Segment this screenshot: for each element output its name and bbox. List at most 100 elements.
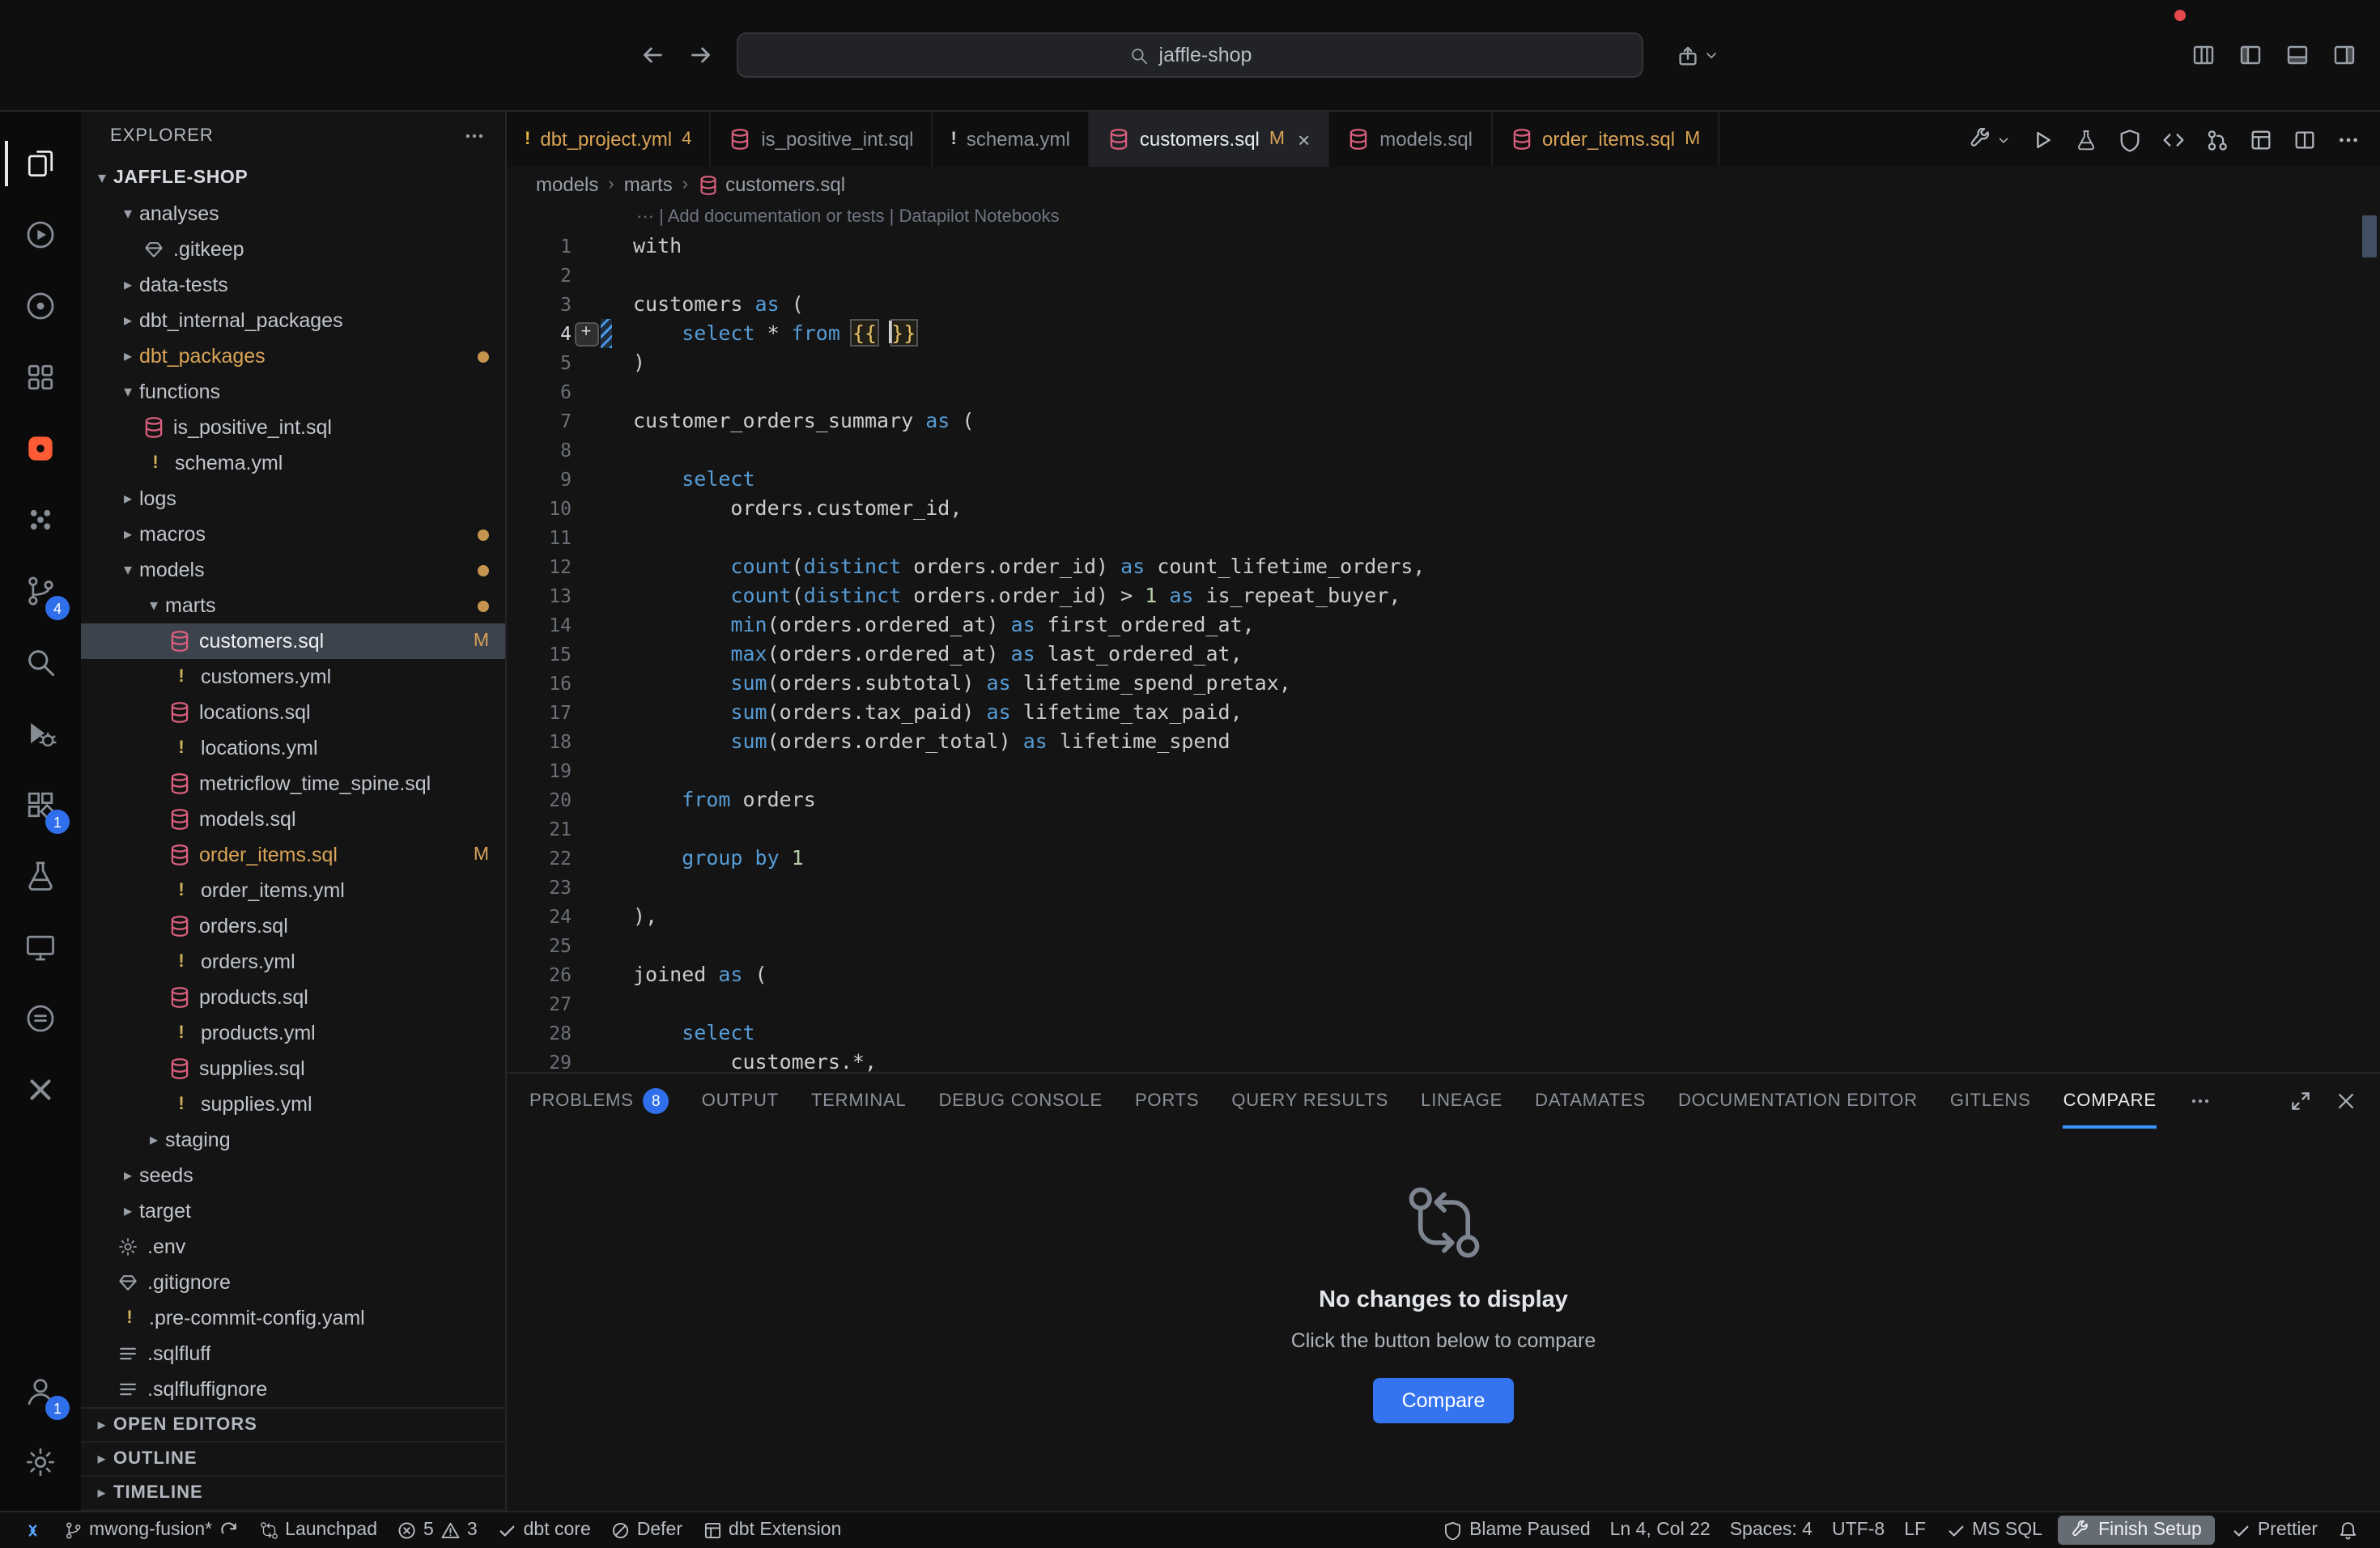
status-defer[interactable]: Defer xyxy=(601,1512,692,1548)
activity-jigsaw-tool[interactable] xyxy=(5,484,76,555)
tree-item-products-yml[interactable]: !products.yml xyxy=(81,1015,505,1051)
tree-item-analyses[interactable]: ▾analyses xyxy=(81,196,505,232)
status-problems-summary[interactable]: 53 xyxy=(387,1512,487,1548)
toggle-sidebar-right-button[interactable] xyxy=(2331,40,2357,70)
activity-x-tool[interactable] xyxy=(5,1054,76,1125)
tree-item-gitignore[interactable]: .gitignore xyxy=(81,1265,505,1300)
validate-button[interactable] xyxy=(2118,127,2142,151)
status-indentation[interactable]: Spaces: 4 xyxy=(1720,1512,1822,1548)
status-prettier[interactable]: Prettier xyxy=(2221,1512,2327,1548)
code-line-2[interactable]: 2 xyxy=(507,261,2380,290)
code-line-15[interactable]: 15 max(orders.ordered_at) as last_ordere… xyxy=(507,640,2380,669)
tab-models-sql[interactable]: models.sql xyxy=(1329,112,1492,167)
code-line-28[interactable]: 28 select xyxy=(507,1019,2380,1048)
code-line-11[interactable]: 11 xyxy=(507,523,2380,552)
maximize-panel-button[interactable] xyxy=(2289,1087,2312,1116)
status-notifications[interactable] xyxy=(2327,1512,2367,1548)
panel-tabs-overflow-button[interactable] xyxy=(2189,1087,2212,1116)
tree-item-target[interactable]: ▸target xyxy=(81,1193,505,1229)
tree-item-models[interactable]: ▾models xyxy=(81,552,505,588)
activity-search[interactable] xyxy=(5,627,76,698)
code-line-5[interactable]: 5) xyxy=(507,348,2380,377)
run-file-button[interactable] xyxy=(2030,127,2055,151)
code-line-13[interactable]: 13 count(distinct orders.order_id) > 1 a… xyxy=(507,581,2380,610)
code-line-22[interactable]: 22 group by 1 xyxy=(507,844,2380,873)
compare-button[interactable]: Compare xyxy=(1373,1378,1515,1423)
activity-dbt-power-user[interactable] xyxy=(5,270,76,342)
panel-tab-terminal[interactable]: TERMINAL xyxy=(811,1074,907,1129)
codelens-hint[interactable]: ··· | Add documentation or tests | Datap… xyxy=(507,202,2380,232)
panel-tab-output[interactable]: OUTPUT xyxy=(702,1074,779,1129)
code-line-9[interactable]: 9 select xyxy=(507,465,2380,494)
code-line-29[interactable]: 29 customers.*, xyxy=(507,1048,2380,1072)
breadcrumb-item-customers-sql[interactable]: customers.sql xyxy=(698,173,845,196)
status-dbt-core[interactable]: dbt core xyxy=(487,1512,601,1548)
nav-forward-button[interactable] xyxy=(688,40,714,70)
activity-circle-lines-tool[interactable] xyxy=(5,983,76,1054)
breadcrumb-item-models[interactable]: models xyxy=(536,173,598,196)
more-actions-button[interactable] xyxy=(2336,127,2361,151)
activity-extensions[interactable]: 1 xyxy=(5,769,76,840)
tree-item-models-sql[interactable]: models.sql xyxy=(81,802,505,837)
open-remote-window-button[interactable] xyxy=(1676,43,1719,67)
status-eol[interactable]: LF xyxy=(1894,1512,1936,1548)
tree-item-data-tests[interactable]: ▸data-tests xyxy=(81,267,505,303)
tree-item-macros[interactable]: ▸macros xyxy=(81,517,505,552)
status-encoding[interactable]: UTF-8 xyxy=(1822,1512,1894,1548)
status-blame-status[interactable]: Blame Paused xyxy=(1433,1512,1600,1548)
tree-item-seeds[interactable]: ▸seeds xyxy=(81,1158,505,1193)
customize-layout-button[interactable] xyxy=(2191,40,2216,70)
tree-item-pre-commit-config-yaml[interactable]: !.pre-commit-config.yaml xyxy=(81,1300,505,1336)
tree-item-products-sql[interactable]: products.sql xyxy=(81,980,505,1015)
tree-item-orders-yml[interactable]: !orders.yml xyxy=(81,944,505,980)
code-line-24[interactable]: 24), xyxy=(507,902,2380,931)
status-finish-setup[interactable]: Finish Setup xyxy=(2059,1516,2215,1545)
tree-item-locations-sql[interactable]: locations.sql xyxy=(81,695,505,730)
activity-run-circle-tool[interactable] xyxy=(5,199,76,270)
tab-order-items-sql[interactable]: order_items.sqlM xyxy=(1492,112,1719,167)
code-line-17[interactable]: 17 sum(orders.tax_paid) as lifetime_tax_… xyxy=(507,698,2380,727)
tab-is-positive-int-sql[interactable]: is_positive_int.sql xyxy=(711,112,933,167)
panel-tab-datamates[interactable]: DATAMATES xyxy=(1535,1074,1646,1129)
code-line-20[interactable]: 20 from orders xyxy=(507,785,2380,814)
compiled-code-button[interactable] xyxy=(2161,127,2186,151)
code-line-26[interactable]: 26joined as ( xyxy=(507,960,2380,989)
code-line-4[interactable]: 4+ select * from {{ }} xyxy=(507,319,2380,348)
close-tab-button[interactable]: × xyxy=(1298,127,1310,151)
activity-settings[interactable] xyxy=(5,1427,76,1498)
activity-run-and-debug[interactable] xyxy=(5,698,76,769)
tree-item-customers-sql[interactable]: customers.sqlM xyxy=(81,623,505,659)
inline-add-button[interactable]: + xyxy=(574,321,598,346)
tab-schema-yml[interactable]: !schema.yml xyxy=(933,112,1089,167)
status-cursor-position[interactable]: Ln 4, Col 22 xyxy=(1600,1512,1720,1548)
status-launchpad[interactable]: Launchpad xyxy=(249,1512,387,1548)
code-line-3[interactable]: 3customers as ( xyxy=(507,290,2380,319)
activity-source-control[interactable]: 4 xyxy=(5,555,76,627)
code-line-21[interactable]: 21 xyxy=(507,814,2380,844)
panel-tab-ports[interactable]: PORTS xyxy=(1135,1074,1199,1129)
tab-dbt-project-yml[interactable]: !dbt_project.yml4 xyxy=(507,112,711,167)
code-line-7[interactable]: 7customer_orders_summary as ( xyxy=(507,406,2380,436)
toggle-sidebar-left-button[interactable] xyxy=(2238,40,2263,70)
test-file-button[interactable] xyxy=(2074,127,2098,151)
tree-item-sqlfluff[interactable]: .sqlfluff xyxy=(81,1336,505,1372)
code-line-14[interactable]: 14 min(orders.ordered_at) as first_order… xyxy=(507,610,2380,640)
close-panel-button[interactable] xyxy=(2335,1087,2357,1116)
code-line-27[interactable]: 27 xyxy=(507,989,2380,1019)
sidebar-section-timeline[interactable]: ▸TIMELINE xyxy=(81,1477,505,1511)
tree-item-dbt-internal-packages[interactable]: ▸dbt_internal_packages xyxy=(81,303,505,338)
tree-item-marts[interactable]: ▾marts xyxy=(81,588,505,623)
panel-tab-debug-console[interactable]: DEBUG CONSOLE xyxy=(939,1074,1103,1129)
panel-tab-compare[interactable]: COMPARE xyxy=(2063,1074,2157,1129)
tree-item-sqlfluffignore[interactable]: .sqlfluffignore xyxy=(81,1372,505,1407)
panel-tab-gitlens[interactable]: GITLENS xyxy=(1950,1074,2031,1129)
code-line-1[interactable]: 1with xyxy=(507,232,2380,261)
tree-item-functions[interactable]: ▾functions xyxy=(81,374,505,410)
tree-item-is-positive-int-sql[interactable]: is_positive_int.sql xyxy=(81,410,505,445)
tree-item-metricflow-time-spine-sql[interactable]: metricflow_time_spine.sql xyxy=(81,766,505,802)
tree-item-gitkeep[interactable]: .gitkeep xyxy=(81,232,505,267)
tree-item-env[interactable]: .env xyxy=(81,1229,505,1265)
panel-tab-problems[interactable]: PROBLEMS8 xyxy=(529,1074,669,1129)
tree-item-jaffle-shop[interactable]: ▾JAFFLE-SHOP xyxy=(81,160,505,196)
split-editor-button[interactable] xyxy=(2293,127,2317,151)
